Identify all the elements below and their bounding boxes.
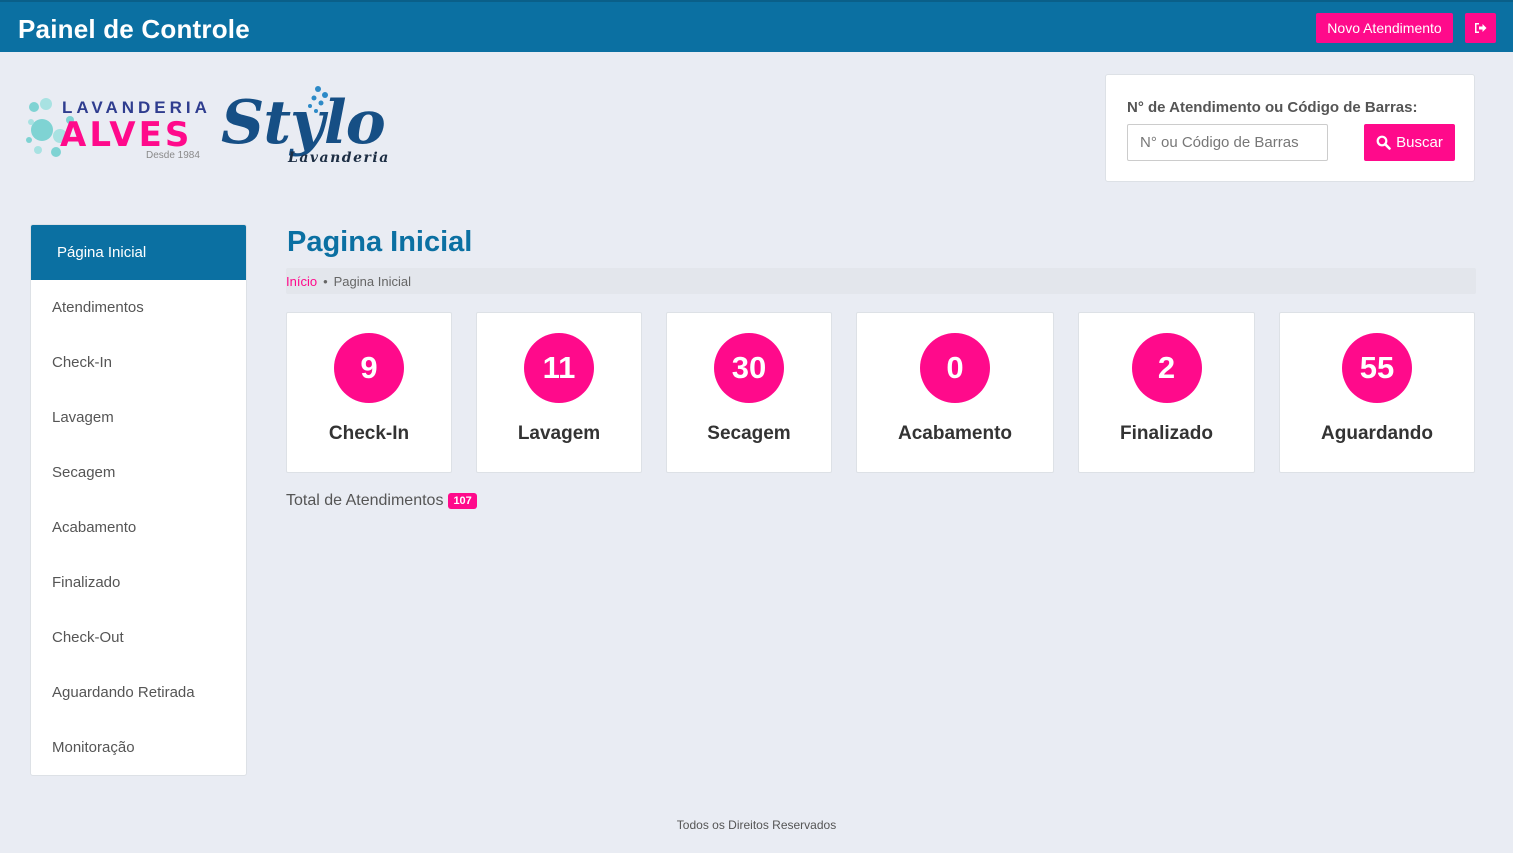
- search-label: N° de Atendimento ou Código de Barras:: [1127, 99, 1418, 116]
- logout-button[interactable]: [1465, 13, 1496, 43]
- sidebar-item-acabamento[interactable]: Acabamento: [31, 500, 246, 555]
- stat-card-lavagem[interactable]: 11 Lavagem: [476, 312, 642, 473]
- stat-card-finalizado[interactable]: 2 Finalizado: [1078, 312, 1255, 473]
- breadcrumb-home-link[interactable]: Início: [286, 274, 317, 289]
- sidebar-item-home[interactable]: Página Inicial: [31, 225, 246, 280]
- logo-alves-main: ALVES: [60, 115, 193, 155]
- sidebar-item-monitoracao[interactable]: Monitoração: [31, 720, 246, 775]
- breadcrumb-separator: •: [323, 273, 328, 289]
- stat-label: Check-In: [328, 423, 410, 444]
- stat-label: Secagem: [707, 423, 791, 444]
- total-services: Total de Atendimentos 107: [286, 492, 477, 510]
- stat-card-acabamento[interactable]: 0 Acabamento: [856, 312, 1054, 473]
- sidebar-item-secagem[interactable]: Secagem: [31, 445, 246, 500]
- logo-stylo-sub: Lavanderia: [288, 150, 390, 166]
- stat-label: Lavagem: [517, 423, 601, 444]
- stat-count: 2: [1131, 333, 1202, 403]
- stat-card-secagem[interactable]: 30 Secagem: [666, 312, 832, 473]
- total-services-badge: 107: [448, 493, 477, 509]
- sign-out-icon: [1475, 23, 1487, 33]
- page-title: Pagina Inicial: [287, 226, 473, 258]
- company-logo: LAVANDERIA ALVES Desde 1984 Stylo Lavand…: [26, 84, 416, 174]
- search-input[interactable]: [1127, 124, 1328, 161]
- total-services-label: Total de Atendimentos: [286, 492, 444, 509]
- search-icon: [1376, 135, 1391, 150]
- stat-count: 55: [1342, 333, 1412, 403]
- stat-card-check-in[interactable]: 9 Check-In: [286, 312, 452, 473]
- sidebar-item-aguardando-retirada[interactable]: Aguardando Retirada: [31, 665, 246, 720]
- search-panel: N° de Atendimento ou Código de Barras: B…: [1105, 74, 1475, 182]
- stat-count: 11: [524, 333, 594, 403]
- search-button-label: Buscar: [1396, 134, 1443, 151]
- sidebar-item-atendimentos[interactable]: Atendimentos: [31, 280, 246, 335]
- stat-count: 30: [714, 333, 784, 403]
- sidebar-item-lavagem[interactable]: Lavagem: [31, 390, 246, 445]
- stat-count: 9: [334, 333, 404, 403]
- logo-since: Desde 1984: [146, 150, 200, 161]
- stat-label: Finalizado: [1120, 423, 1213, 444]
- search-button[interactable]: Buscar: [1364, 124, 1455, 161]
- breadcrumb-current: Pagina Inicial: [333, 273, 411, 289]
- stat-label: Acabamento: [897, 423, 1013, 444]
- footer-text: Todos os Direitos Reservados: [676, 818, 837, 832]
- app-title: Painel de Controle: [18, 14, 250, 44]
- sidebar-item-check-out[interactable]: Check-Out: [31, 610, 246, 665]
- stat-card-aguardando[interactable]: 55 Aguardando: [1279, 312, 1475, 473]
- sidebar-item-finalizado[interactable]: Finalizado: [31, 555, 246, 610]
- breadcrumb: Início • Pagina Inicial: [286, 268, 1476, 294]
- sidebar: Página Inicial Atendimentos Check-In Lav…: [30, 224, 247, 776]
- sidebar-item-check-in[interactable]: Check-In: [31, 335, 246, 390]
- stat-label: Aguardando: [1321, 423, 1433, 444]
- top-bar: Painel de Controle Novo Atendimento: [0, 0, 1513, 52]
- new-service-button[interactable]: Novo Atendimento: [1316, 13, 1453, 43]
- stat-count: 0: [920, 333, 990, 403]
- logo-stylo-main: Stylo: [221, 88, 386, 158]
